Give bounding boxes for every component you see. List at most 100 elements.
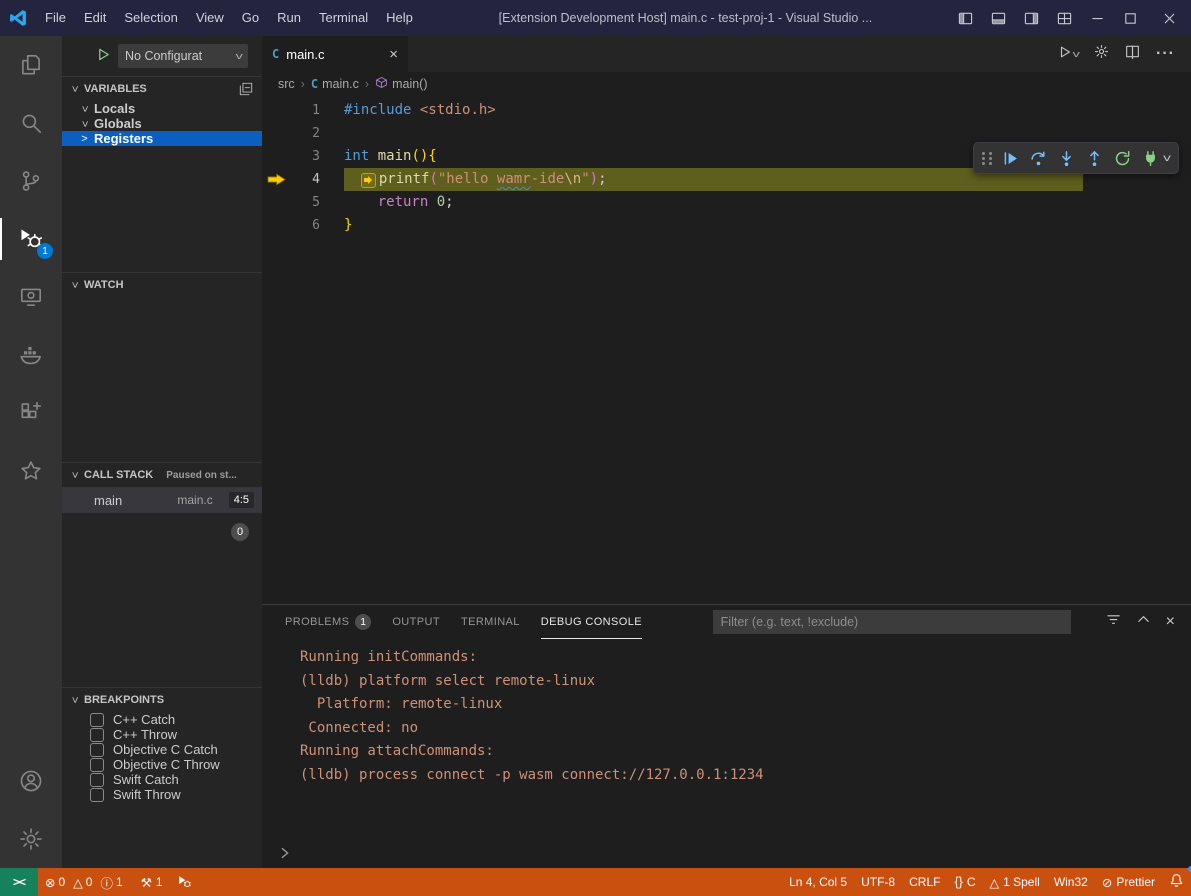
tools-status[interactable]: ⚒1: [134, 868, 170, 896]
breakpoint-gutter[interactable]: [262, 214, 290, 237]
remote-indicator[interactable]: ><: [0, 868, 38, 896]
debug-step-into-icon[interactable]: [1053, 144, 1081, 172]
collapse-all-icon[interactable]: [239, 82, 253, 96]
breakpoint-item[interactable]: C++ Catch: [62, 712, 262, 727]
debug-configuration-select[interactable]: No Configurat v: [118, 44, 248, 68]
activity-item-remote-explorer[interactable]: [0, 268, 62, 326]
toggle-secondary-sidebar-icon[interactable]: [1015, 0, 1048, 36]
close-button[interactable]: [1147, 0, 1191, 36]
activity-item-search[interactable]: [0, 94, 62, 152]
close-panel-icon[interactable]: ×: [1166, 614, 1175, 630]
tab-close-icon[interactable]: ×: [389, 46, 398, 63]
code-line[interactable]: 6}: [262, 214, 1191, 237]
code-line[interactable]: 1#include <stdio.h>: [262, 99, 1191, 122]
breadcrumb-item[interactable]: main(): [375, 76, 427, 92]
breakpoint-gutter[interactable]: [262, 145, 290, 168]
more-actions-icon[interactable]: ···: [1156, 45, 1175, 63]
call-stack-frame-row[interactable]: main main.c 4:5: [62, 487, 262, 513]
spell-status[interactable]: △1 Spell: [982, 868, 1046, 896]
console-filter-input[interactable]: [713, 610, 1071, 634]
breakpoint-checkbox[interactable]: [90, 713, 104, 727]
chevron-down-icon[interactable]: v: [1162, 153, 1171, 164]
breakpoint-checkbox[interactable]: [90, 773, 104, 787]
activity-item-run-debug[interactable]: 1: [0, 210, 62, 268]
notifications-bell[interactable]: [1162, 868, 1191, 896]
call-stack-header[interactable]: > CALL STACK Paused on st...: [62, 463, 262, 487]
variables-scope-globals[interactable]: >Globals: [62, 116, 262, 131]
activity-item-source-control[interactable]: [0, 152, 62, 210]
breakpoint-item[interactable]: Objective C Throw: [62, 757, 262, 772]
menu-edit[interactable]: Edit: [75, 0, 115, 36]
run-file-button[interactable]: v: [1058, 45, 1079, 64]
inline-breakpoint-icon[interactable]: [361, 173, 376, 188]
code-editor[interactable]: v 1#include <stdio.h>23int main(){4 prin…: [262, 96, 1191, 604]
console-input-chevron-icon[interactable]: [278, 846, 292, 860]
maximize-button[interactable]: [1114, 0, 1147, 36]
menu-view[interactable]: View: [187, 0, 233, 36]
tab-main-c[interactable]: C main.c ×: [262, 36, 408, 72]
cursor-position[interactable]: Ln 4, Col 5: [782, 868, 854, 896]
watch-header[interactable]: > WATCH: [62, 273, 262, 297]
breakpoint-checkbox[interactable]: [90, 743, 104, 757]
menu-terminal[interactable]: Terminal: [310, 0, 377, 36]
eol-status[interactable]: CRLF: [902, 868, 947, 896]
maximize-panel-icon[interactable]: [1136, 612, 1151, 632]
variables-header[interactable]: > VARIABLES: [62, 77, 262, 101]
toggle-panel-icon[interactable]: [982, 0, 1015, 36]
menu-run[interactable]: Run: [268, 0, 310, 36]
activity-item-docker[interactable]: [0, 326, 62, 384]
breakpoint-item[interactable]: Swift Throw: [62, 787, 262, 802]
breakpoint-item[interactable]: C++ Throw: [62, 727, 262, 742]
problems-status[interactable]: ⊗0 △0 ⓘ1: [38, 868, 134, 896]
gear-icon[interactable]: [1094, 44, 1109, 64]
panel-tab-debug-console[interactable]: DEBUG CONSOLE: [541, 605, 642, 639]
breakpoint-item[interactable]: Swift Catch: [62, 772, 262, 787]
activity-item-star[interactable]: [0, 442, 62, 500]
breadcrumb-item[interactable]: Cmain.c: [311, 77, 359, 91]
debug-disconnect-icon[interactable]: [1137, 144, 1165, 172]
panel-tab-problems[interactable]: PROBLEMS1: [285, 605, 371, 639]
variables-scope-locals[interactable]: >Locals: [62, 101, 262, 116]
pause-status-text: Paused on st...: [166, 470, 237, 481]
drag-handle-icon[interactable]: [982, 152, 993, 165]
breakpoint-gutter[interactable]: [262, 122, 290, 145]
breakpoint-checkbox[interactable]: [90, 728, 104, 742]
filter-icon[interactable]: [1106, 612, 1121, 632]
formatter-status[interactable]: ⊘Prettier: [1095, 868, 1162, 896]
split-editor-icon[interactable]: [1125, 44, 1140, 64]
activity-item-account[interactable]: [0, 752, 62, 810]
menu-selection[interactable]: Selection: [115, 0, 186, 36]
debug-step-out-icon[interactable]: [1081, 144, 1109, 172]
customize-layout-icon[interactable]: [1048, 0, 1081, 36]
breakpoint-checkbox[interactable]: [90, 758, 104, 772]
breadcrumb: src›Cmain.c›main(): [262, 72, 1191, 96]
encoding-status[interactable]: UTF-8: [854, 868, 902, 896]
menu-file[interactable]: File: [36, 0, 75, 36]
menu-help[interactable]: Help: [377, 0, 422, 36]
toggle-sidebar-icon[interactable]: [949, 0, 982, 36]
debug-step-over-icon[interactable]: [1025, 144, 1053, 172]
start-debug-icon[interactable]: [96, 47, 111, 65]
panel-tab-output[interactable]: OUTPUT: [392, 605, 440, 639]
breakpoint-checkbox[interactable]: [90, 788, 104, 802]
minimize-button[interactable]: [1081, 0, 1114, 36]
variables-scope-registers[interactable]: >Registers: [62, 131, 262, 146]
debug-status[interactable]: [170, 868, 198, 896]
breakpoint-gutter[interactable]: [262, 191, 290, 214]
platform-status[interactable]: Win32: [1047, 868, 1095, 896]
language-mode[interactable]: {}C: [947, 868, 982, 896]
menu-go[interactable]: Go: [233, 0, 268, 36]
breadcrumb-item[interactable]: src: [278, 77, 295, 91]
breakpoints-header[interactable]: > BREAKPOINTS: [62, 688, 262, 712]
debug-continue-icon[interactable]: [997, 144, 1025, 172]
panel-tab-terminal[interactable]: TERMINAL: [461, 605, 520, 639]
line-number: 6: [290, 214, 320, 237]
breakpoint-item[interactable]: Objective C Catch: [62, 742, 262, 757]
debug-restart-icon[interactable]: [1109, 144, 1137, 172]
code-line[interactable]: 5 return 0;: [262, 191, 1191, 214]
activity-item-extensions[interactable]: [0, 384, 62, 442]
activity-item-settings[interactable]: [0, 810, 62, 868]
breakpoint-gutter[interactable]: [262, 99, 290, 122]
activity-item-explorer[interactable]: [0, 36, 62, 94]
debug-console[interactable]: Running initCommands:(lldb) platform sel…: [262, 639, 1191, 868]
